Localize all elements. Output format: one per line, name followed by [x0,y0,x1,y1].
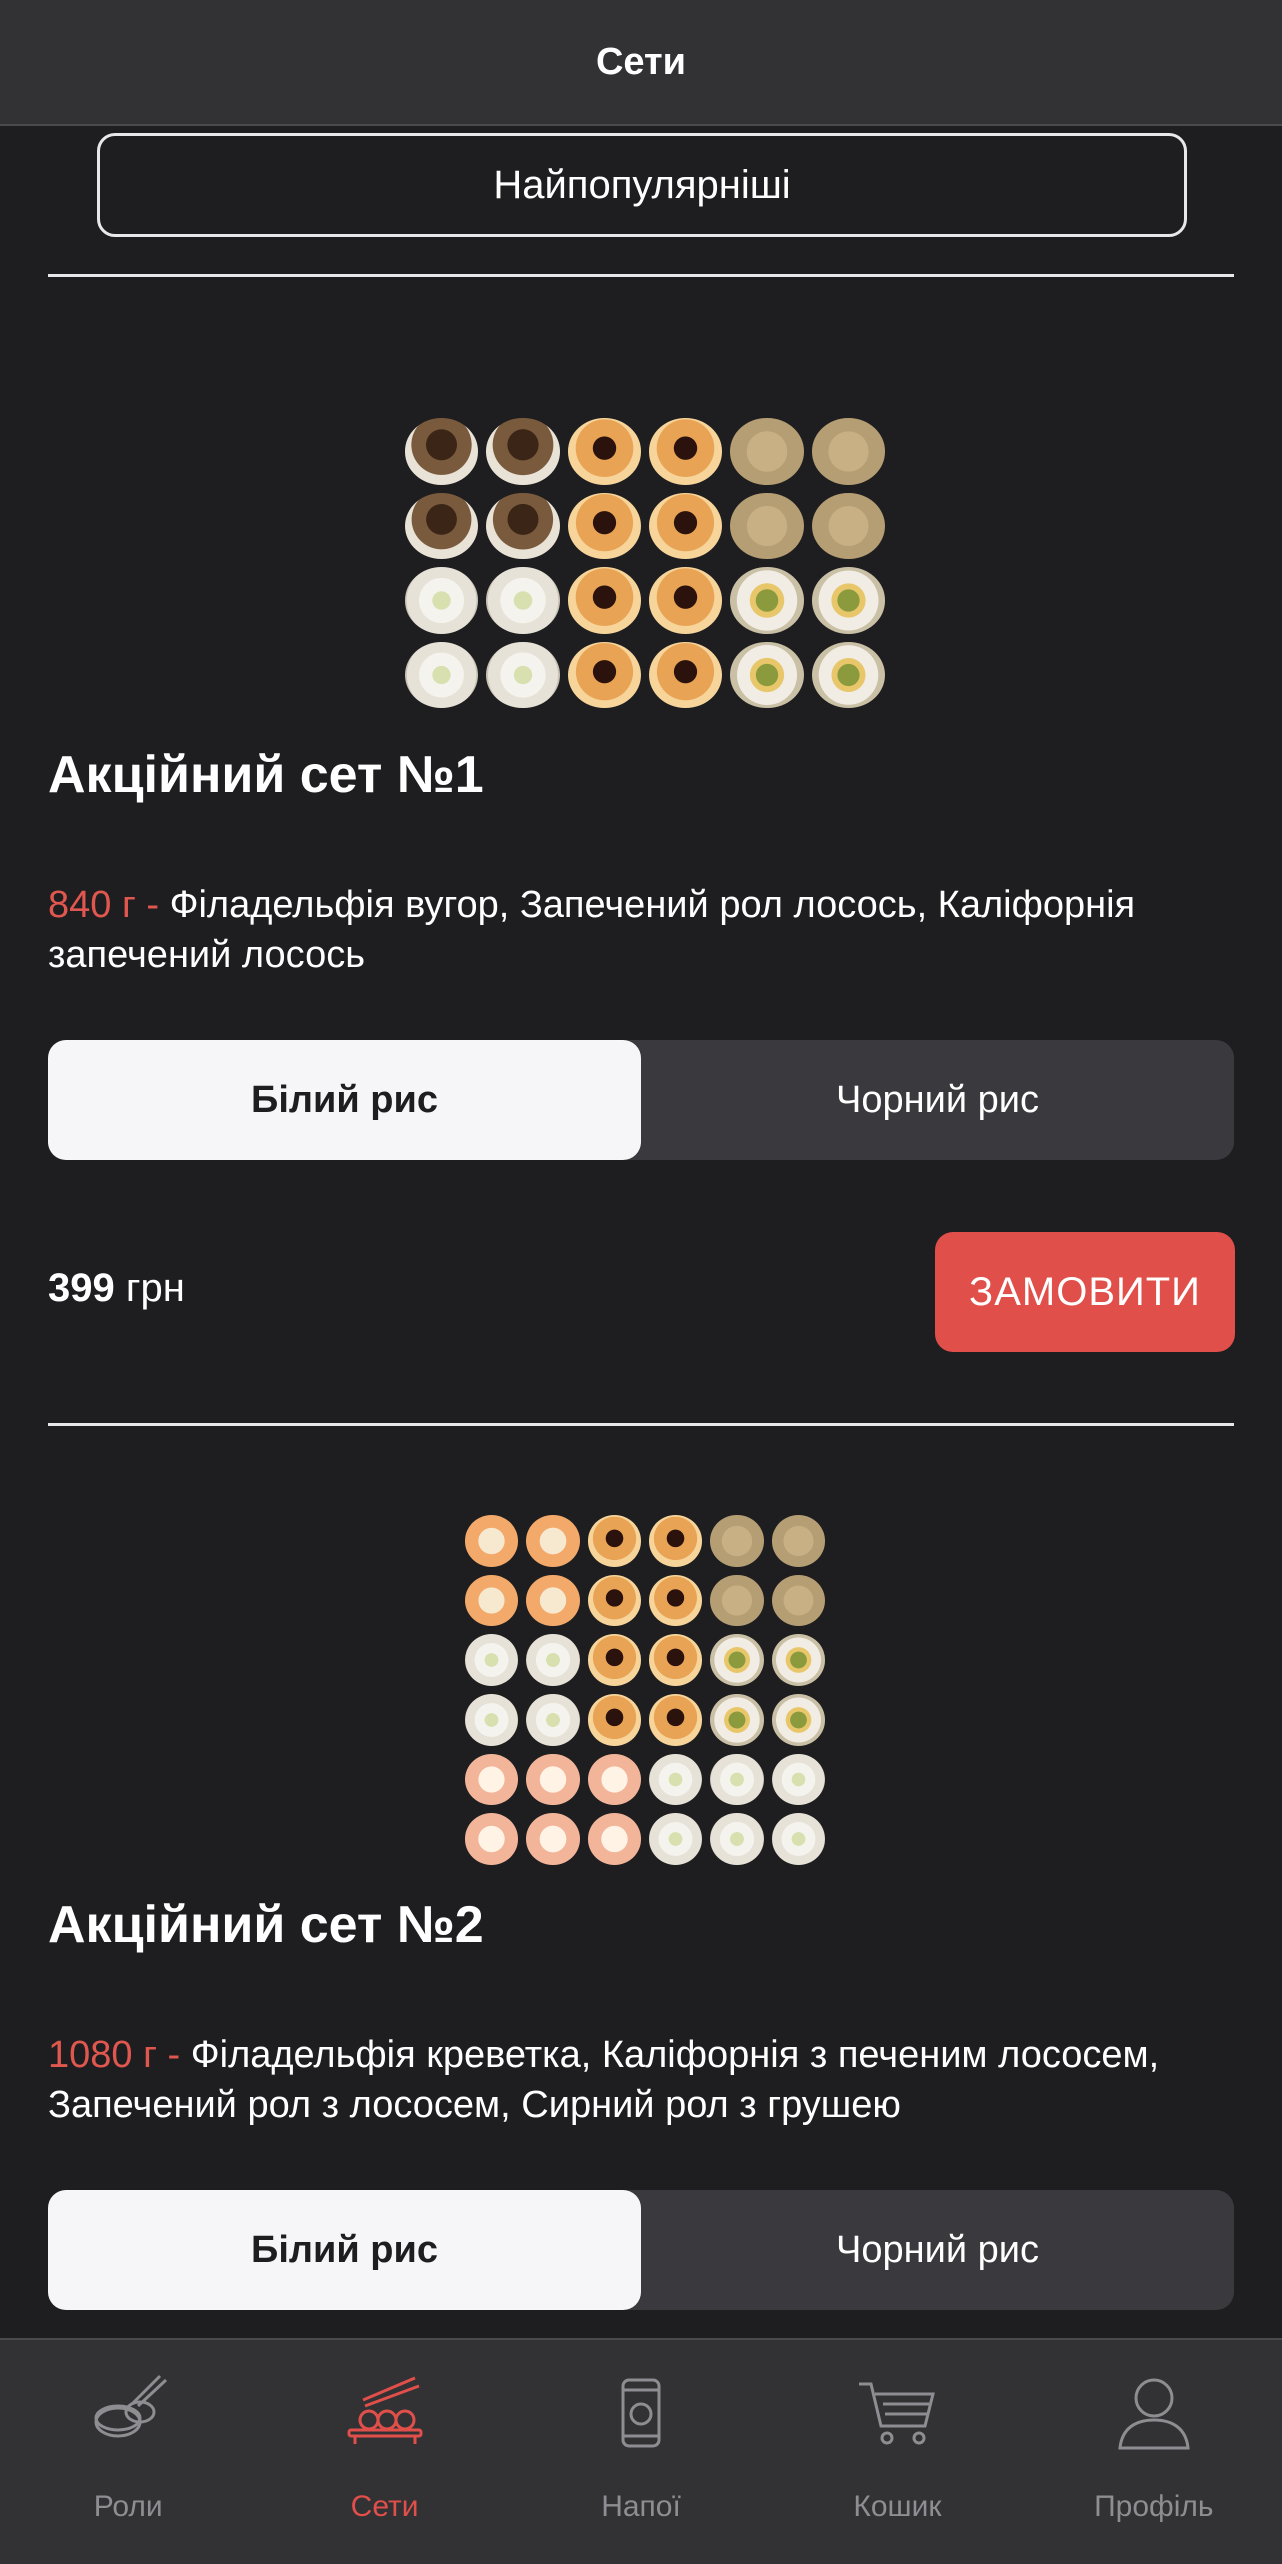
product-image[interactable] [465,1515,825,1865]
nav-label: Роли [93,2490,163,2523]
rolls-icon [94,2374,168,2438]
product-ingredients: Філадельфія креветка, Каліфорнія з печен… [48,2034,1160,2126]
nav-item-cart[interactable]: Кошик [769,2340,1025,2564]
price-currency: грн [114,1266,185,1310]
divider [48,274,1234,277]
product-description: 1080 г - Філадельфія креветка, Каліфорні… [48,2030,1234,2130]
sort-button[interactable]: Найпопулярніші [97,133,1187,237]
rice-option-white[interactable]: Білий рис [48,1040,641,1160]
rice-option-white[interactable]: Білий рис [48,2190,641,2310]
product-price: 399 грн [48,1266,185,1311]
divider [48,1423,1234,1426]
drinks-icon [621,2378,661,2448]
sets-icon [347,2376,423,2444]
cart-icon [859,2382,936,2445]
rice-option-black[interactable]: Чорний рис [641,2190,1234,2310]
product-image[interactable] [405,418,885,708]
price-value: 399 [48,1266,115,1310]
nav-item-rolls[interactable]: Роли [0,2340,256,2564]
nav-label: Напої [601,2490,681,2523]
page-title: Сети [595,40,687,83]
rice-toggle: Білий рис Чорний рис [48,1040,1234,1160]
nav-label: Кошик [853,2490,942,2523]
top-bar: Сети [0,0,1282,126]
product-ingredients: Філадельфія вугор, Запечений рол лосось,… [48,884,1136,976]
nav-label: Профіль [1094,2490,1214,2523]
rice-option-black[interactable]: Чорний рис [641,1040,1234,1160]
nav-item-drinks[interactable]: Напої [513,2340,769,2564]
order-button[interactable]: ЗАМОВИТИ [935,1232,1235,1352]
nav-item-sets[interactable]: Сети [256,2340,512,2564]
product-weight: 1080 г - [48,2034,191,2076]
product-title: Акційний сет №2 [48,1896,484,1954]
profile-icon [1118,2378,1190,2450]
product-weight: 840 г - [48,884,170,926]
rice-toggle: Білий рис Чорний рис [48,2190,1234,2310]
product-description: 840 г - Філадельфія вугор, Запечений рол… [48,880,1234,980]
nav-item-profile[interactable]: Профіль [1026,2340,1282,2564]
product-title: Акційний сет №1 [48,746,484,804]
nav-label: Сети [350,2490,419,2523]
bottom-nav: Роли Сети Напої Кошик Профіль [0,2338,1282,2564]
